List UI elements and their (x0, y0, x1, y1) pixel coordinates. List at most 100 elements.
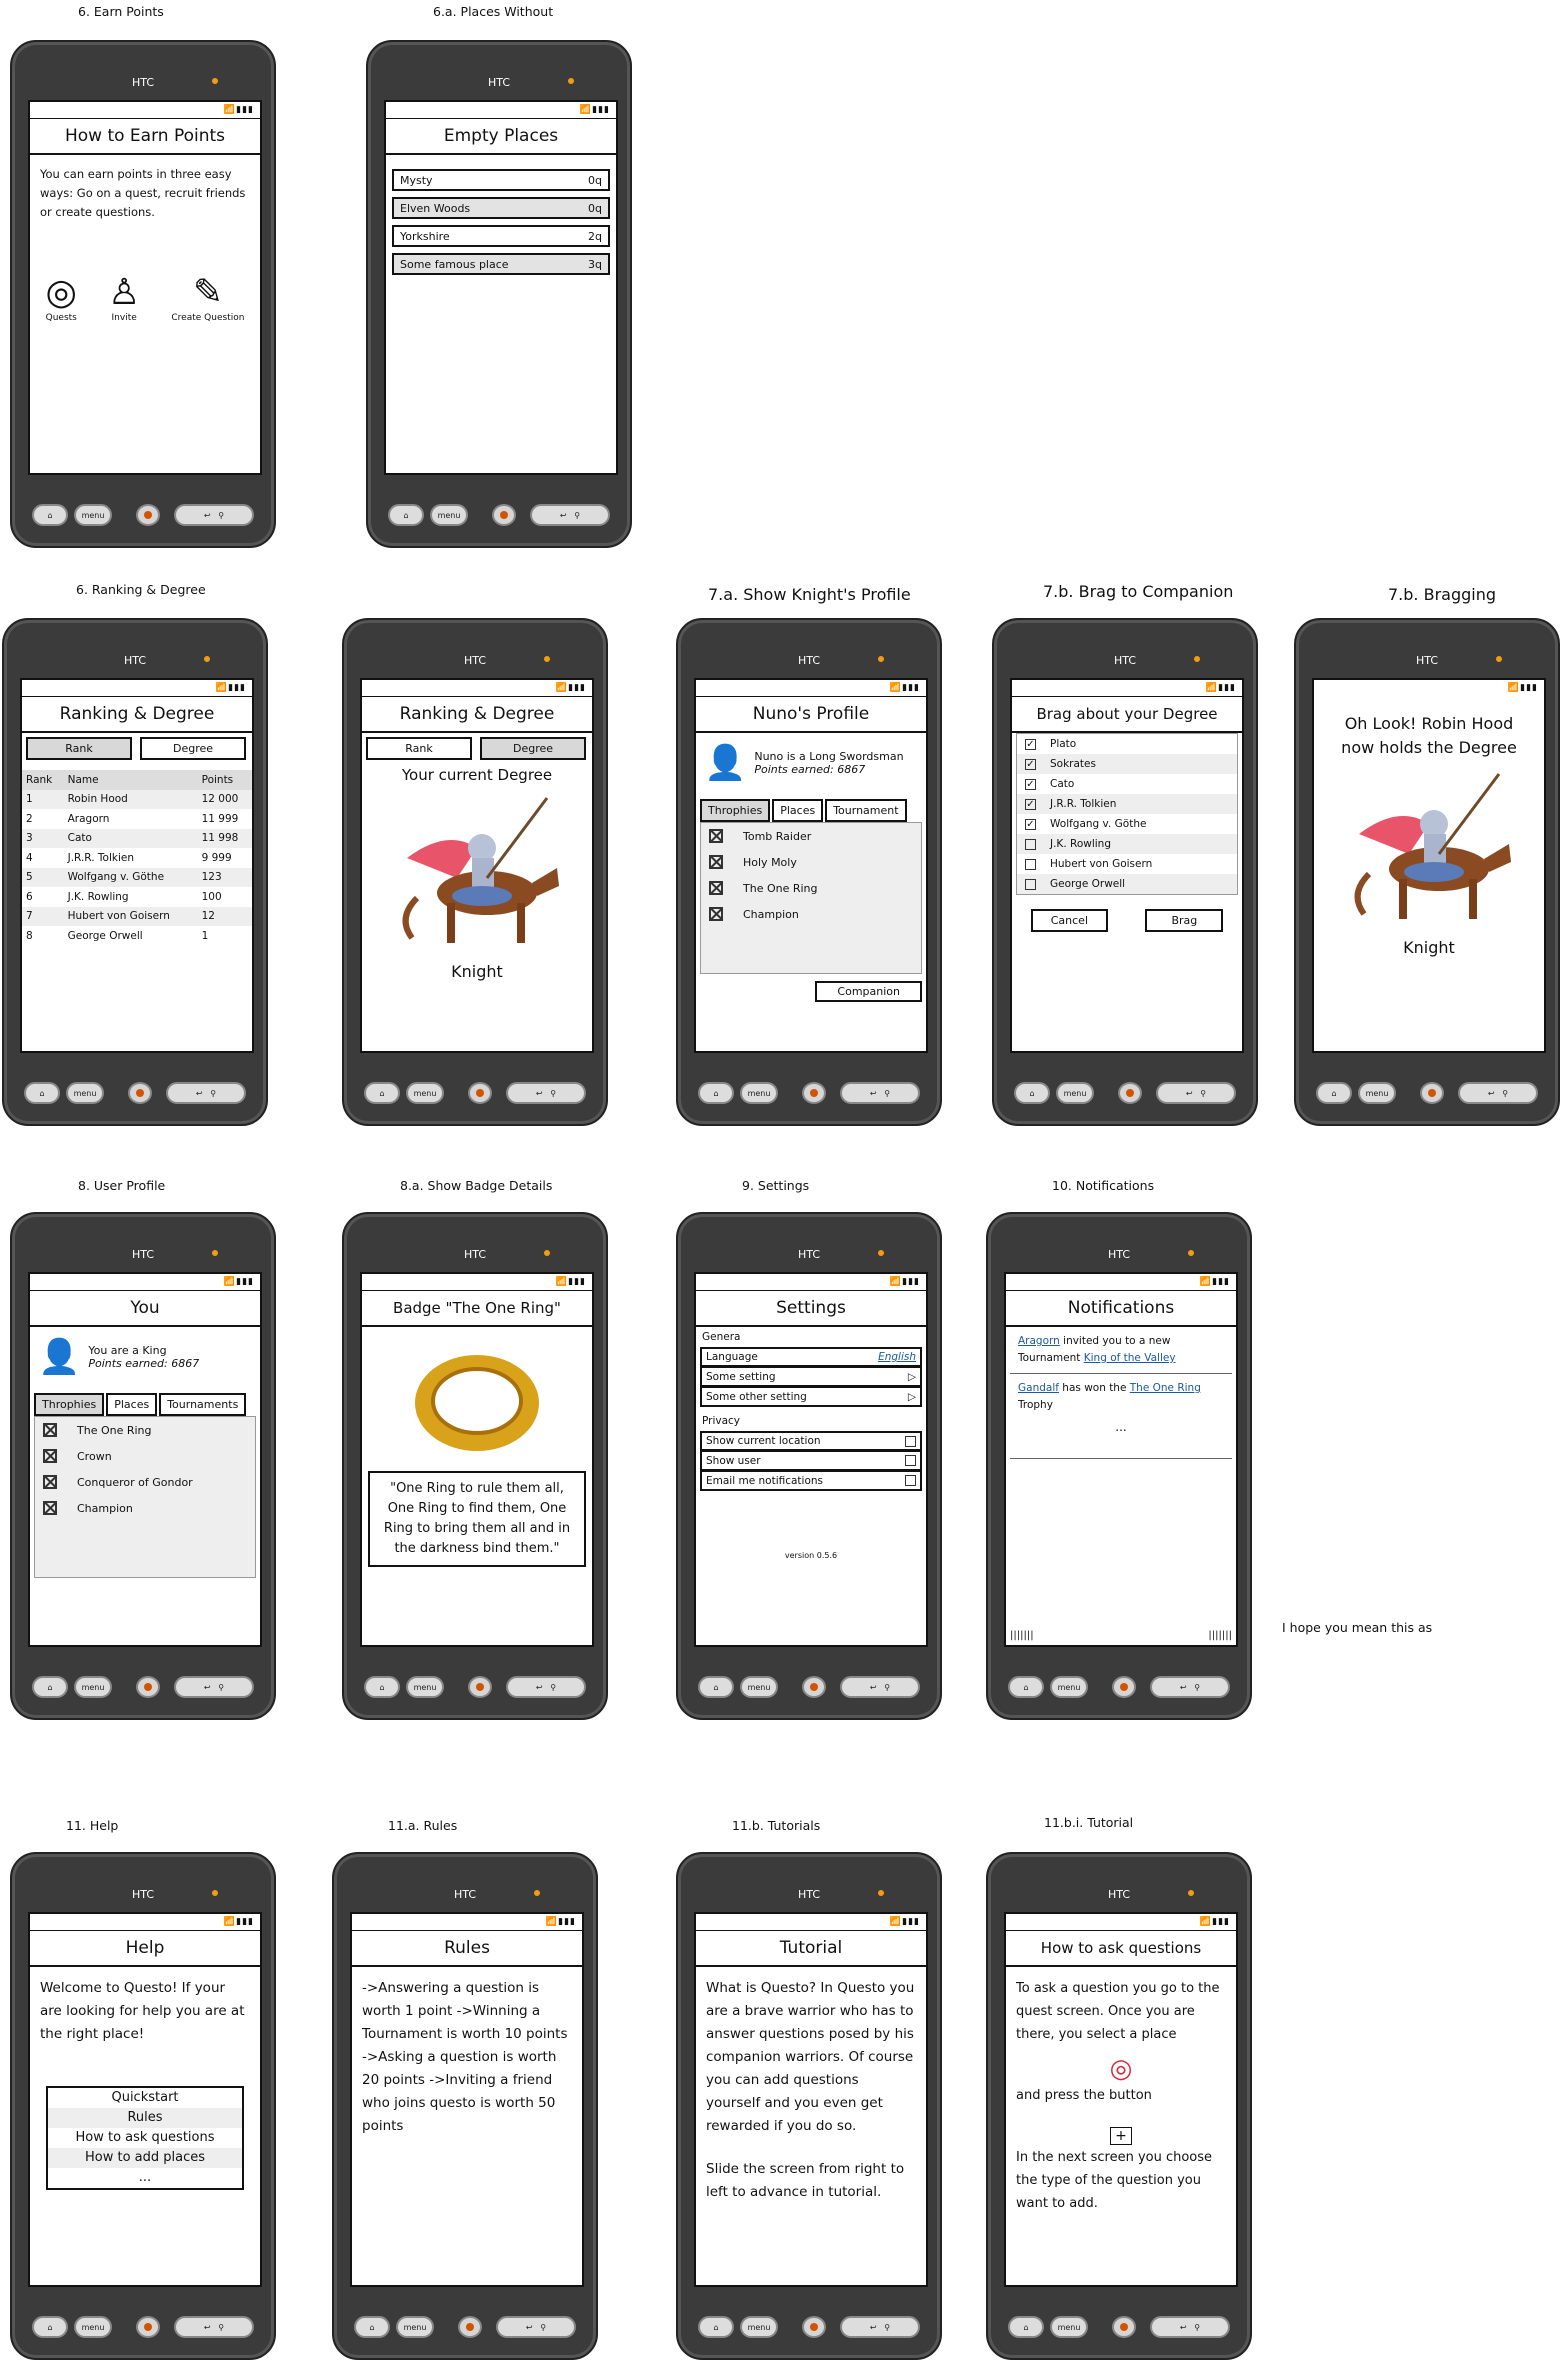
list-item[interactable]: George Orwell (1017, 874, 1237, 894)
show-location-setting[interactable]: Show current location (700, 1431, 922, 1451)
menu-button[interactable]: menu (1050, 1676, 1088, 1698)
trackball[interactable] (802, 1082, 826, 1104)
menu-button[interactable]: menu (740, 1082, 778, 1104)
trackball[interactable] (802, 2316, 826, 2338)
back-button[interactable]: ↩ ⚲ (530, 504, 610, 526)
scroll-handles[interactable]: ||||||| ||||||| (1010, 1630, 1232, 1641)
table-row[interactable]: 7 Hubert von Goisern 12 (22, 906, 252, 926)
home-button[interactable]: ⌂ (364, 1676, 400, 1698)
table-row[interactable]: 6 J.K. Rowling 100 (22, 887, 252, 907)
cancel-button[interactable]: Cancel (1030, 909, 1108, 932)
place-row[interactable]: Mysty 0q (392, 169, 610, 191)
user-link[interactable]: Aragorn (1018, 1335, 1060, 1347)
tab-places[interactable]: Places (772, 799, 824, 822)
tab-tournament[interactable]: Tournament (825, 799, 907, 822)
table-row[interactable]: 1 Robin Hood 12 000 (22, 789, 252, 809)
trackball[interactable] (136, 2316, 160, 2338)
tab-rank[interactable]: Rank (366, 737, 472, 760)
back-button[interactable]: ↩ ⚲ (1150, 2316, 1230, 2338)
trackball[interactable] (1112, 1676, 1136, 1698)
list-item[interactable]: ✓ Wolfgang v. Göthe (1017, 814, 1237, 834)
table-row[interactable]: 3 Cato 11 998 (22, 828, 252, 848)
back-button[interactable]: ↩ ⚲ (174, 504, 254, 526)
add-places-link[interactable]: How to add places (48, 2148, 242, 2168)
checkbox[interactable]: ✓ (1025, 778, 1036, 790)
tab-places[interactable]: Places (106, 1393, 158, 1416)
quickstart-link[interactable]: Quickstart (48, 2088, 242, 2108)
menu-button[interactable]: menu (396, 2316, 434, 2338)
back-button[interactable]: ↩ ⚲ (496, 2316, 576, 2338)
back-button[interactable]: ↩ ⚲ (506, 1676, 586, 1698)
some-setting[interactable]: Some setting ▷ (700, 1367, 922, 1387)
checkbox[interactable]: ✓ (1025, 758, 1036, 770)
list-item[interactable]: Champion (35, 1495, 255, 1521)
trackball[interactable] (802, 1676, 826, 1698)
menu-button[interactable]: menu (66, 1082, 104, 1104)
back-button[interactable]: ↩ ⚲ (506, 1082, 586, 1104)
trackball[interactable] (1118, 1082, 1142, 1104)
create-question-option[interactable]: ✎ Create Question (171, 272, 244, 323)
brag-button[interactable]: Brag (1145, 909, 1224, 932)
menu-button[interactable]: menu (740, 1676, 778, 1698)
tab-rank[interactable]: Rank (26, 737, 132, 760)
home-button[interactable]: ⌂ (1316, 1082, 1352, 1104)
home-button[interactable]: ⌂ (698, 2316, 734, 2338)
tab-tournaments[interactable]: Tournaments (159, 1393, 247, 1416)
menu-button[interactable]: menu (406, 1676, 444, 1698)
checkbox[interactable] (905, 1475, 916, 1486)
tab-degree[interactable]: Degree (140, 737, 246, 760)
list-item[interactable]: ✓ Sokrates (1017, 754, 1237, 774)
list-item[interactable]: Crown (35, 1443, 255, 1469)
menu-button[interactable]: menu (430, 504, 468, 526)
home-button[interactable]: ⌂ (32, 2316, 68, 2338)
back-button[interactable]: ↩ ⚲ (840, 2316, 920, 2338)
show-user-setting[interactable]: Show user (700, 1451, 922, 1471)
tab-trophies[interactable]: Throphies (700, 799, 771, 822)
language-value[interactable]: English (878, 1351, 916, 1363)
checkbox[interactable]: ✓ (1025, 798, 1036, 810)
home-button[interactable]: ⌂ (32, 1676, 68, 1698)
back-button[interactable]: ↩ ⚲ (1150, 1676, 1230, 1698)
list-item[interactable]: ✓ J.R.R. Tolkien (1017, 794, 1237, 814)
checkbox[interactable] (905, 1455, 916, 1466)
menu-button[interactable]: menu (1358, 1082, 1396, 1104)
list-item[interactable]: The One Ring (35, 1417, 255, 1443)
list-item[interactable]: Tomb Raider (701, 823, 921, 849)
list-item[interactable]: Champion (701, 901, 921, 927)
language-setting[interactable]: Language English (700, 1347, 922, 1367)
user-link[interactable]: Gandalf (1018, 1382, 1059, 1394)
trackball[interactable] (1112, 2316, 1136, 2338)
rules-link[interactable]: Rules (48, 2108, 242, 2128)
table-row[interactable]: 8 George Orwell 1 (22, 926, 252, 946)
place-row[interactable]: Some famous place 3q (392, 253, 610, 275)
tab-degree[interactable]: Degree (480, 737, 586, 760)
trackball[interactable] (128, 1082, 152, 1104)
notification-item[interactable]: Gandalf has won the The One Ring Trophy (1010, 1374, 1232, 1420)
place-row[interactable]: Yorkshire 2q (392, 225, 610, 247)
trackball[interactable] (468, 1082, 492, 1104)
checkbox[interactable]: ✓ (1025, 818, 1036, 830)
home-button[interactable]: ⌂ (698, 1082, 734, 1104)
home-button[interactable]: ⌂ (698, 1676, 734, 1698)
menu-button[interactable]: menu (74, 2316, 112, 2338)
list-item[interactable]: Hubert von Goisern (1017, 854, 1237, 874)
list-item[interactable]: Conqueror of Gondor (35, 1469, 255, 1495)
trackball[interactable] (136, 504, 160, 526)
menu-button[interactable]: menu (74, 1676, 112, 1698)
checkbox[interactable] (1025, 858, 1036, 870)
home-button[interactable]: ⌂ (1008, 2316, 1044, 2338)
home-button[interactable]: ⌂ (388, 504, 424, 526)
trackball[interactable] (458, 2316, 482, 2338)
trackball[interactable] (136, 1676, 160, 1698)
checkbox[interactable] (1025, 838, 1036, 850)
home-button[interactable]: ⌂ (1014, 1082, 1050, 1104)
back-button[interactable]: ↩ ⚲ (840, 1082, 920, 1104)
table-row[interactable]: 4 J.R.R. Tolkien 9 999 (22, 848, 252, 868)
list-item[interactable]: Holy Moly (701, 849, 921, 875)
notification-item[interactable]: Aragorn invited you to a new Tournament … (1010, 1327, 1232, 1374)
back-button[interactable]: ↩ ⚲ (840, 1676, 920, 1698)
home-button[interactable]: ⌂ (364, 1082, 400, 1104)
place-row[interactable]: Elven Woods 0q (392, 197, 610, 219)
back-button[interactable]: ↩ ⚲ (174, 1676, 254, 1698)
trackball[interactable] (468, 1676, 492, 1698)
